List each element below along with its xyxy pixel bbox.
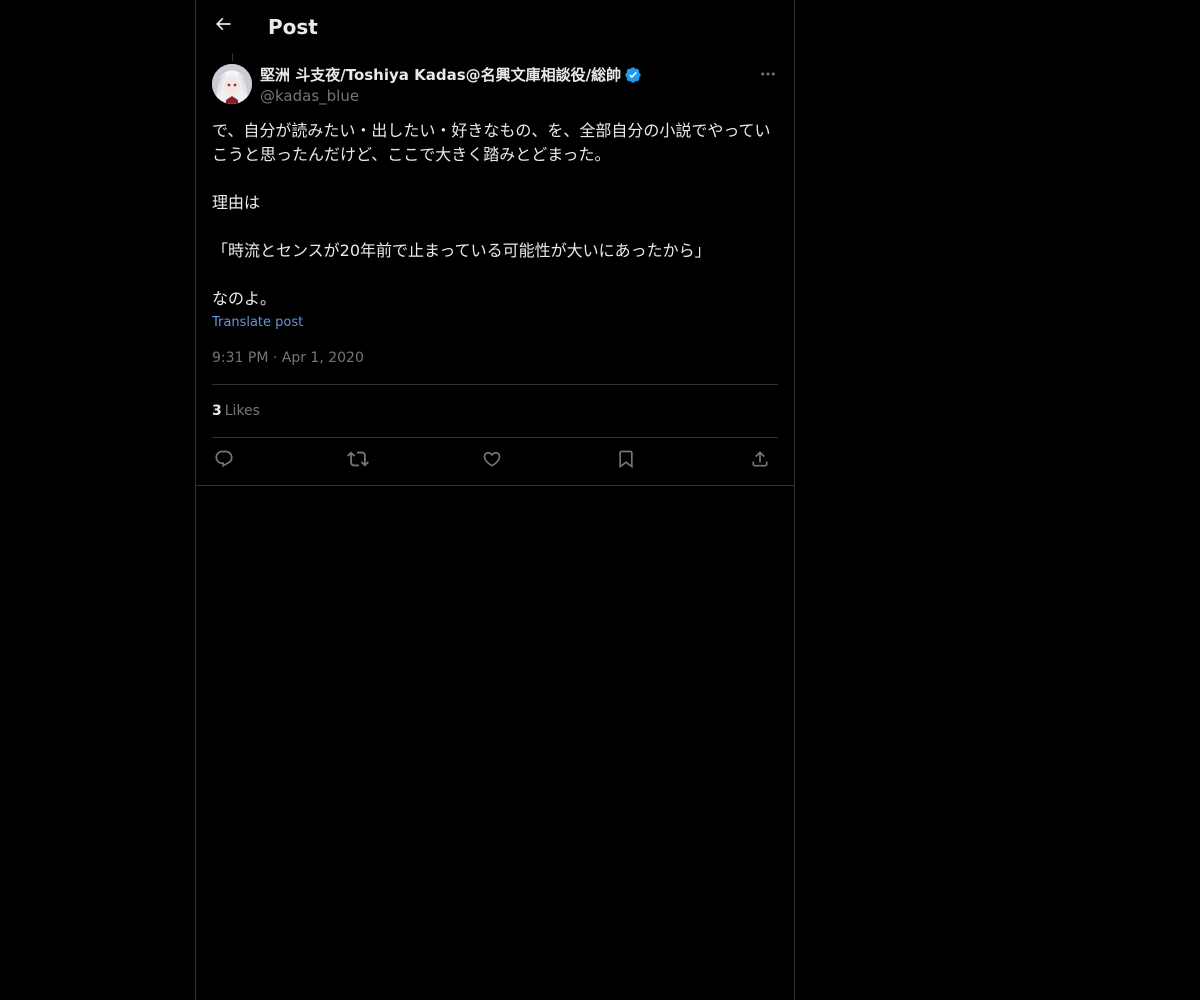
like-button[interactable] xyxy=(480,449,504,473)
bookmark-icon xyxy=(616,449,636,473)
repost-icon xyxy=(347,448,369,474)
author-handle[interactable]: @kadas_blue xyxy=(260,86,359,106)
author-display-name: 堅洲 斗支夜/Toshiya Kadas@名興文庫相談役/総帥 xyxy=(260,66,622,84)
post-timestamp[interactable]: 9:31 PM · Apr 1, 2020 xyxy=(212,348,364,368)
back-button[interactable] xyxy=(210,13,236,39)
reply-icon xyxy=(214,449,234,473)
bookmark-button[interactable] xyxy=(614,449,638,473)
post-text: で、自分が読みたい・出したい・好きなもの、を、全部自分の小説でやっていこうと思っ… xyxy=(212,121,771,308)
divider xyxy=(212,437,778,438)
divider xyxy=(212,384,778,385)
more-horizontal-icon xyxy=(759,65,777,87)
likes-number: 3 xyxy=(212,403,222,419)
likes-count[interactable]: 3 Likes xyxy=(212,401,260,421)
top-bar: Post xyxy=(196,0,794,53)
post-bottom-border xyxy=(196,485,794,486)
page-title: Post xyxy=(268,15,318,39)
more-options-button[interactable] xyxy=(756,64,780,88)
heart-icon xyxy=(482,449,502,473)
thread-connector xyxy=(232,53,233,61)
action-bar xyxy=(212,449,778,473)
author-name[interactable]: 堅洲 斗支夜/Toshiya Kadas@名興文庫相談役/総帥 xyxy=(260,65,642,85)
verified-badge-icon xyxy=(624,66,642,84)
likes-label: Likes xyxy=(224,403,260,419)
repost-button[interactable] xyxy=(346,449,370,473)
avatar[interactable] xyxy=(212,64,252,104)
arrow-left-icon xyxy=(213,14,233,38)
share-icon xyxy=(750,449,770,473)
translate-post-link[interactable]: Translate post xyxy=(212,314,303,332)
reply-button[interactable] xyxy=(212,449,236,473)
share-button[interactable] xyxy=(748,449,772,473)
main-column: Post 堅洲 斗支夜/Toshiya Kadas@名興文庫相談役/総帥 @ka… xyxy=(195,0,795,1000)
